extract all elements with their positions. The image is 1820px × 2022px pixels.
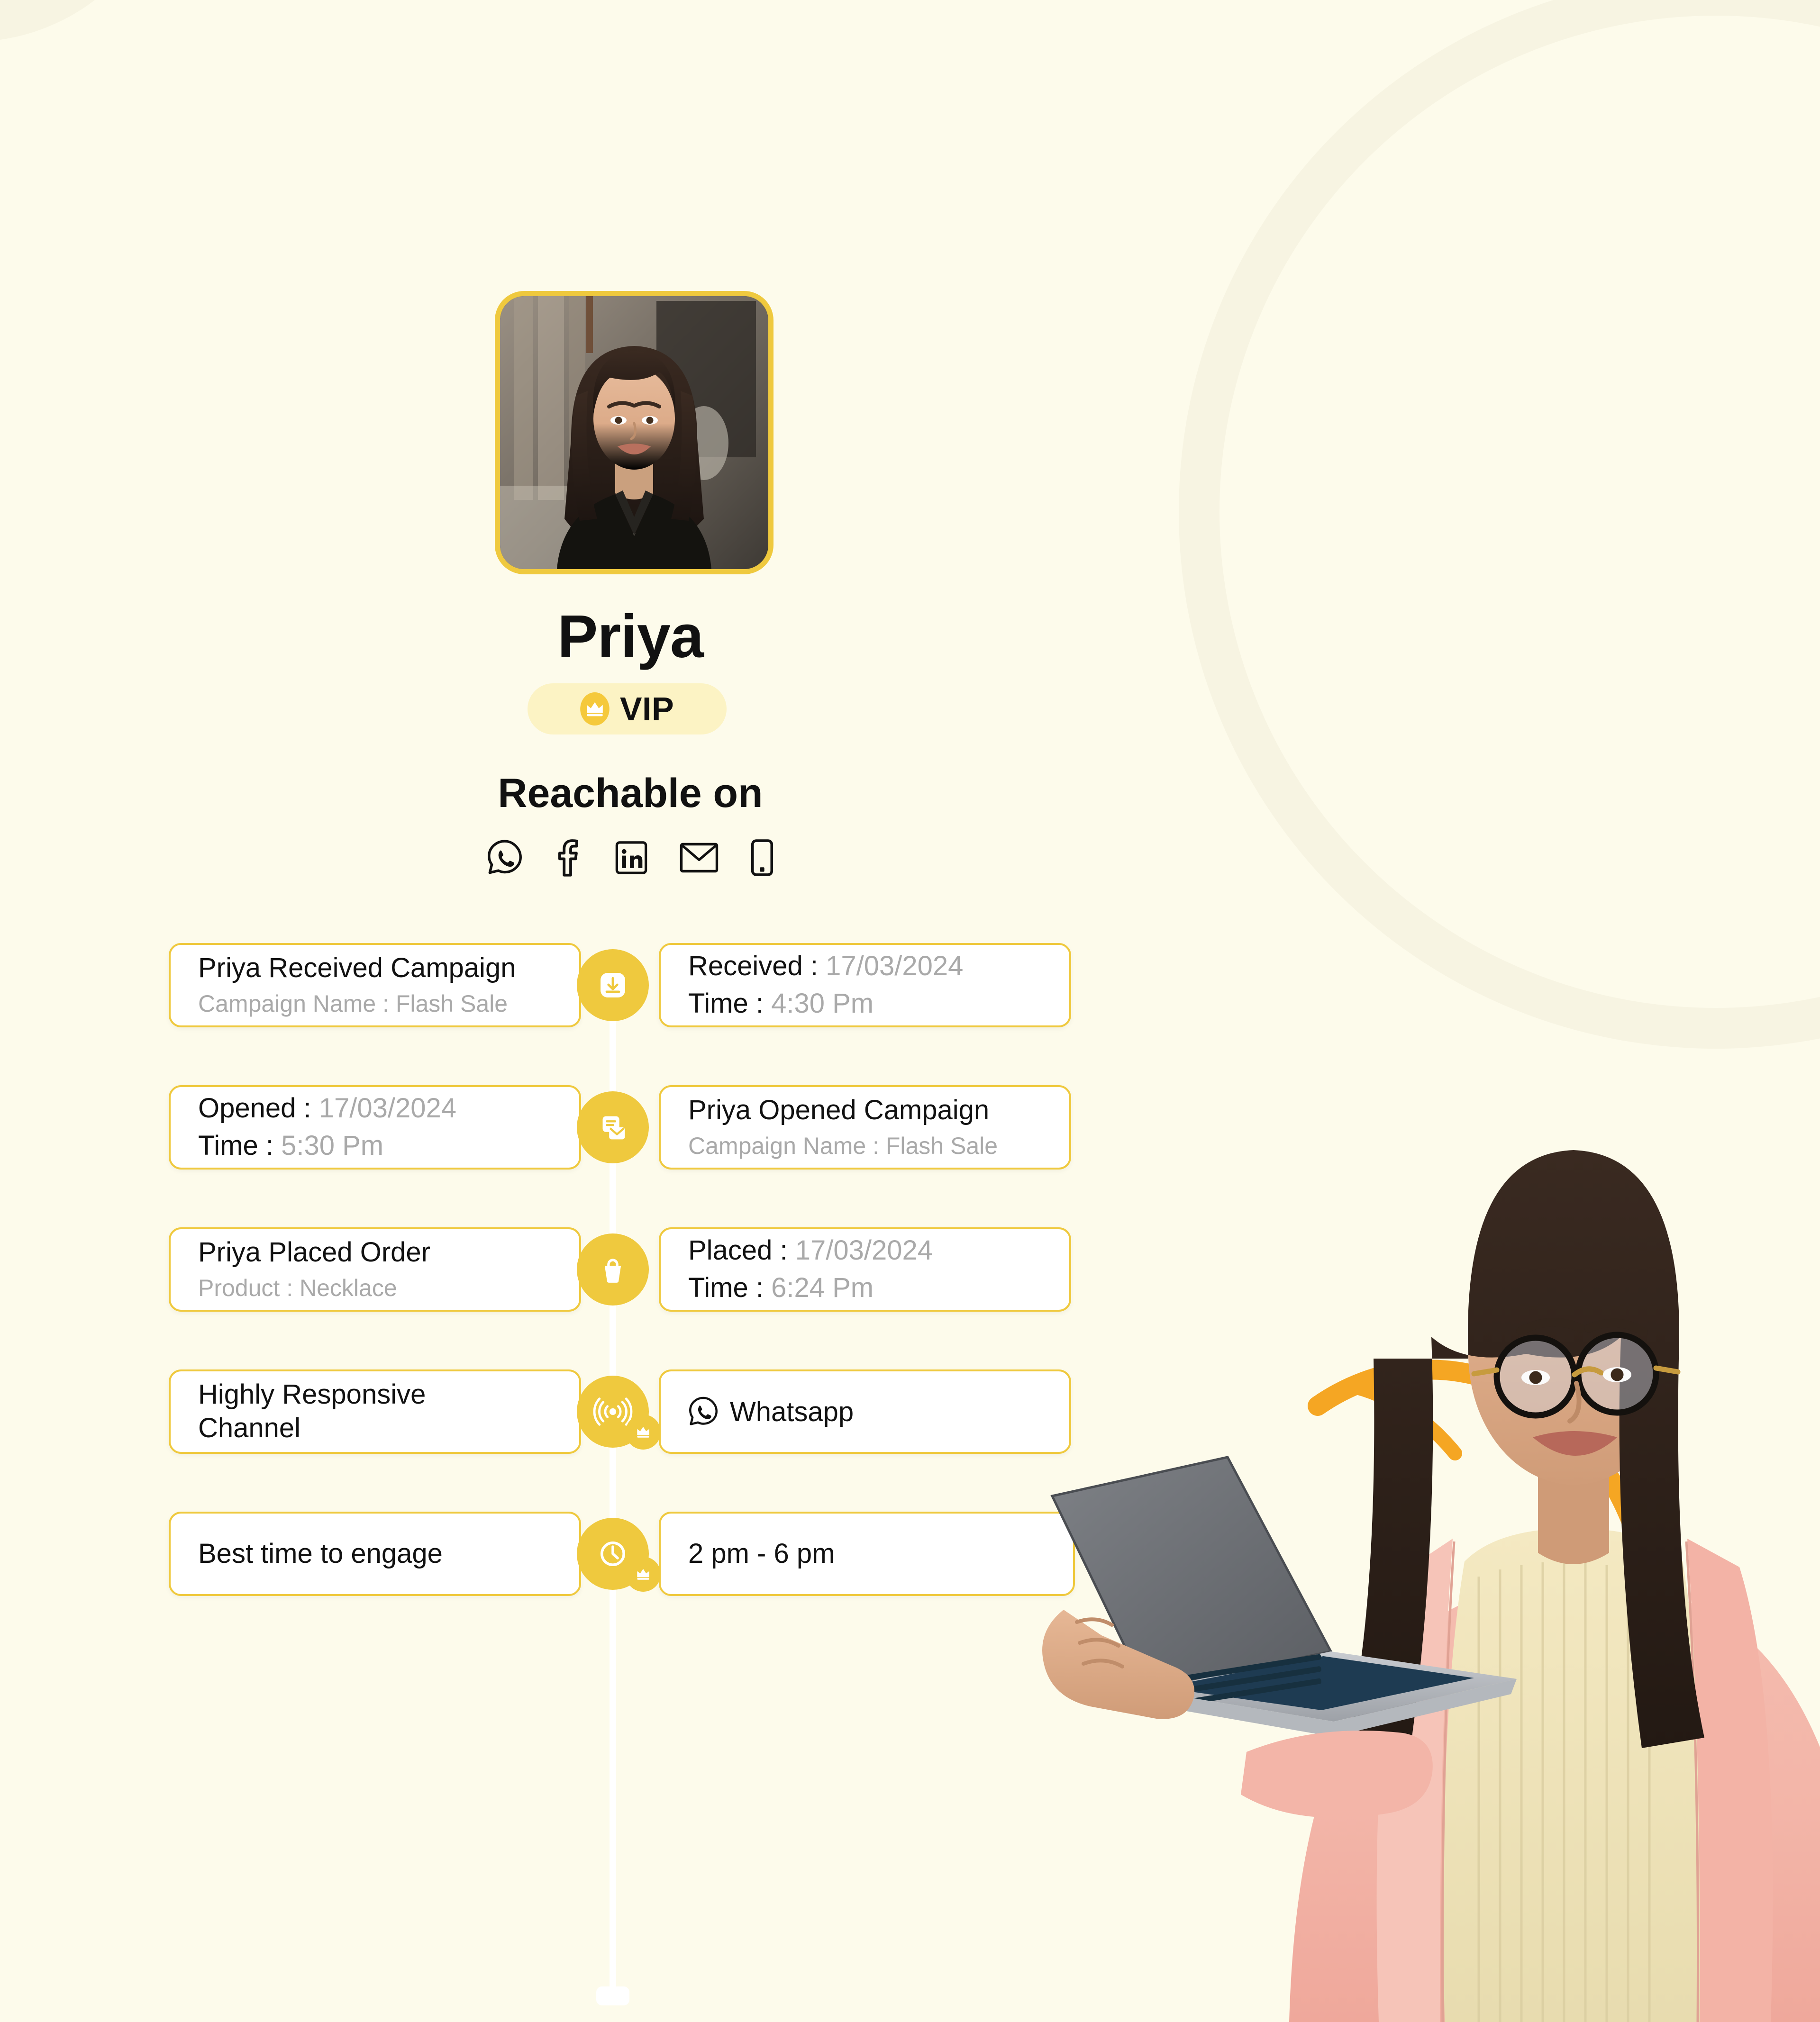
card-subtitle: Product : Necklace: [198, 1275, 397, 1302]
card-line-2: Time : 4:30 Pm: [688, 985, 1042, 1023]
timeline-card-channel-right[interactable]: Whatsapp: [659, 1369, 1071, 1454]
card-line-1-value: 17/03/2024: [318, 1093, 457, 1124]
card-title: Highly Responsive Channel: [198, 1379, 426, 1443]
card-line-2-value: 6:24 Pm: [771, 1272, 874, 1303]
card-title-text: Whatsapp: [730, 1396, 854, 1427]
card-title: Priya Placed Order: [198, 1236, 430, 1268]
card-title: Best time to engage: [198, 1538, 443, 1569]
card-subtitle: Campaign Name : Flash Sale: [198, 990, 508, 1017]
status-badge-label: VIP: [619, 690, 674, 727]
timeline-card-engage-left[interactable]: Best time to engage: [169, 1512, 581, 1596]
card-line-2-key: Time :: [688, 1272, 764, 1303]
card-line-2-value: 5:30 Pm: [281, 1130, 384, 1161]
card-line-1-value: 17/03/2024: [826, 951, 964, 982]
avatar: [495, 291, 774, 574]
timeline-row: Priya Placed Order Product : Necklace Pl…: [0, 1227, 1138, 1317]
card-line-2-key: Time :: [688, 988, 764, 1019]
crown-icon: [637, 1426, 649, 1438]
page-title: Priya: [557, 603, 704, 671]
timeline-card-received-right[interactable]: Received : 17/03/2024 Time : 4:30 Pm: [659, 943, 1071, 1027]
timeline-card-channel-left[interactable]: Highly Responsive Channel: [169, 1369, 581, 1454]
timeline-node-badge-crown: [626, 1557, 661, 1592]
card-line-2: Time : 5:30 Pm: [198, 1127, 552, 1165]
timeline-card-engage-right[interactable]: 2 pm - 6 pm: [659, 1512, 1075, 1596]
crown-icon: [637, 1569, 649, 1580]
timeline-row: Best time to engage 2 pm - 6 pm: [0, 1512, 1138, 1602]
inbox-download-icon: [601, 973, 625, 997]
card-subtitle: Campaign Name : Flash Sale: [688, 1133, 998, 1160]
opened-mail-icon: [602, 1116, 625, 1140]
card-line-2: Time : 6:24 Pm: [688, 1269, 1042, 1307]
crown-icon: [580, 692, 610, 725]
card-line-2-key: Time :: [198, 1130, 273, 1161]
timeline-node-badge-crown: [626, 1414, 661, 1450]
timeline-node-opened: [577, 1091, 649, 1163]
timeline-card-received-left[interactable]: Priya Received Campaign Campaign Name : …: [169, 943, 581, 1027]
status-badge: VIP: [528, 683, 727, 734]
clock-icon: [600, 1541, 626, 1567]
timeline-card-opened-right[interactable]: Priya Opened Campaign Campaign Name : Fl…: [659, 1085, 1071, 1170]
email-icon[interactable]: [679, 841, 719, 875]
card-title-with-icon: Whatsapp: [688, 1396, 1042, 1428]
card-title: Priya Received Campaign: [198, 952, 516, 983]
card-line-1-key: Placed :: [688, 1235, 788, 1266]
timeline-card-order-right[interactable]: Placed : 17/03/2024 Time : 6:24 Pm: [659, 1227, 1071, 1312]
timeline-card-order-left[interactable]: Priya Placed Order Product : Necklace: [169, 1227, 581, 1312]
card-line-2-value: 4:30 Pm: [771, 988, 874, 1019]
linkedin-icon[interactable]: [615, 840, 648, 875]
reachable-channel-list: [0, 839, 1261, 877]
card-title: Priya Opened Campaign: [688, 1094, 990, 1125]
mobile-icon[interactable]: [750, 839, 774, 876]
facebook-icon[interactable]: [554, 839, 583, 877]
priya-avatar-photo: [500, 296, 768, 569]
timeline-node-received: [577, 949, 649, 1021]
timeline-card-opened-left[interactable]: Opened : 17/03/2024 Time : 5:30 Pm: [169, 1085, 581, 1170]
timeline-end-cap: [596, 1986, 629, 2005]
card-line-1: Placed : 17/03/2024: [688, 1232, 1042, 1269]
timeline-row: Priya Received Campaign Campaign Name : …: [0, 943, 1138, 1033]
card-line-1: Opened : 17/03/2024: [198, 1090, 552, 1127]
shopping-bag-icon: [604, 1259, 621, 1283]
hero-photo-woman-with-laptop: [1042, 1150, 1820, 2022]
card-line-1-value: 17/03/2024: [795, 1235, 933, 1266]
card-line-1: Received : 17/03/2024: [688, 948, 1042, 985]
timeline-node-order: [577, 1233, 649, 1306]
whatsapp-icon[interactable]: [487, 839, 523, 877]
card-line-1-key: Received :: [688, 951, 819, 982]
card-line-1-key: Opened :: [198, 1093, 311, 1124]
timeline-row: Opened : 17/03/2024 Time : 5:30 Pm Priya…: [0, 1085, 1138, 1175]
timeline-row: Highly Responsive Channel Whatsapp: [0, 1369, 1138, 1460]
whatsapp-icon: [689, 1396, 718, 1425]
reachable-heading: Reachable on: [498, 771, 763, 816]
card-title: 2 pm - 6 pm: [688, 1538, 835, 1569]
